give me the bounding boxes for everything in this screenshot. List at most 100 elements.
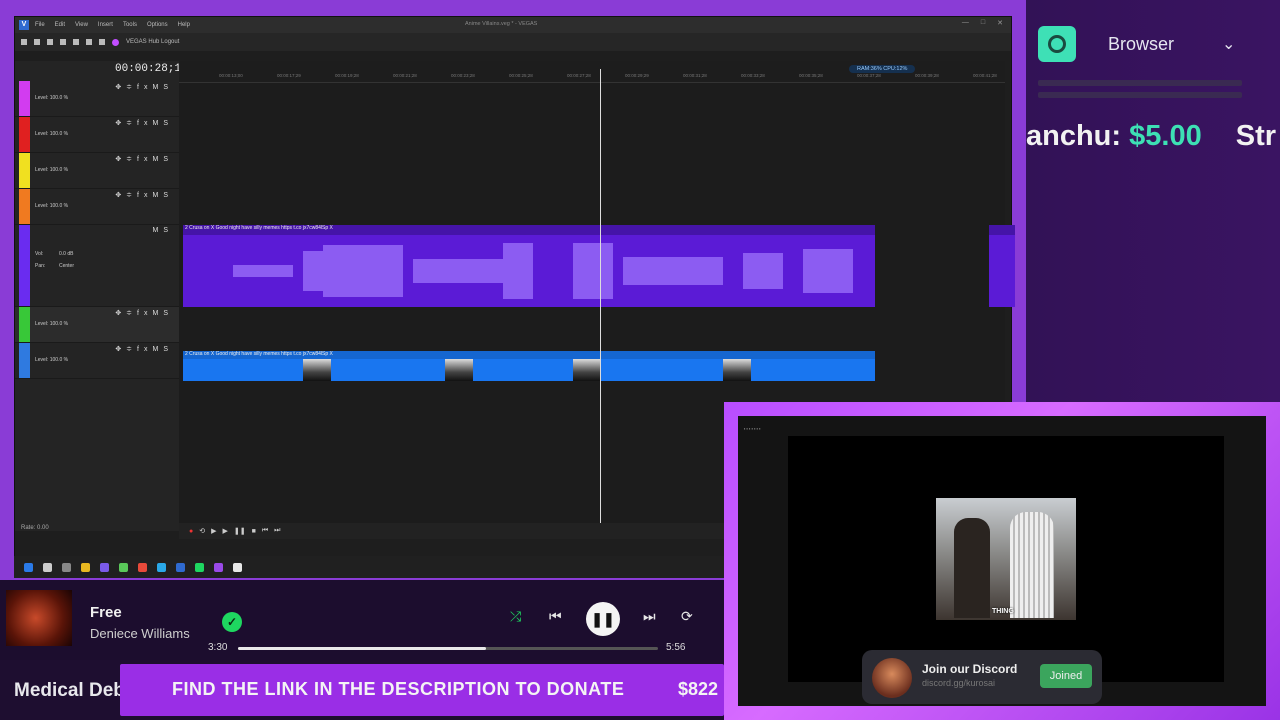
redo-icon[interactable] <box>99 39 105 45</box>
song-artist: Deniece Williams <box>90 626 190 641</box>
liked-check-icon[interactable]: ✓ <box>222 612 242 632</box>
menu-help[interactable]: Help <box>178 22 190 28</box>
audio-event[interactable]: 2 Crusa on X Good night have silly memes… <box>183 225 875 307</box>
shuffle-icon[interactable]: ⤮ <box>510 608 521 625</box>
joined-button[interactable]: Joined <box>1040 664 1092 688</box>
app-icon[interactable] <box>100 562 109 572</box>
track-controls[interactable]: ✥≑fxMS <box>115 119 173 127</box>
go-to-start-icon[interactable]: ⏮ <box>262 527 268 535</box>
pan-value: Center <box>59 263 75 269</box>
loop-icon[interactable]: ⟲ <box>199 527 205 535</box>
ruler-tick: 00:00:21;28 <box>393 73 417 78</box>
app-icon[interactable] <box>233 562 242 572</box>
search-icon[interactable] <box>43 562 52 572</box>
track-header[interactable]: Level: 100.0 % ✥≑fxMS <box>15 307 179 343</box>
waveform <box>233 243 853 299</box>
audio-event[interactable] <box>989 225 1015 307</box>
new-file-icon[interactable] <box>21 39 27 45</box>
now-playing-bar: Free Deniece Williams ✓ ⤮ ⏮ ❚❚ ⏭ ⟳ 3:30 … <box>0 580 724 660</box>
play-icon[interactable]: ▶ <box>223 527 228 535</box>
menu-options[interactable]: Options <box>147 22 168 28</box>
pause-icon[interactable]: ❚❚ <box>234 527 246 535</box>
video-thumbnail <box>723 359 751 381</box>
play-from-start-icon[interactable]: ▶ <box>211 527 216 535</box>
menu-file[interactable]: File <box>35 22 45 28</box>
edge-icon[interactable] <box>157 562 166 572</box>
track-level: Level: 100.0 % <box>35 321 69 327</box>
audio-track-header[interactable]: MS Vol: 0.0 dB Pan: Center <box>15 225 179 307</box>
progress-bar[interactable] <box>238 647 658 650</box>
donation-ticker: anchu: $5.00 Str <box>1026 120 1276 153</box>
track-controls[interactable]: ✥≑fxMS <box>115 345 173 353</box>
ticker-name: anchu: <box>1026 120 1130 152</box>
browser-source-header[interactable]: Browser ⌄ <box>1038 26 1235 62</box>
menu-view[interactable]: View <box>75 22 88 28</box>
vol-value: 0.0 dB <box>59 251 74 257</box>
track-color-strip <box>19 189 30 224</box>
track-level: Level: 100.0 % <box>35 167 69 173</box>
elapsed-time: 3:30 <box>208 642 228 653</box>
task-view-icon[interactable] <box>62 562 71 572</box>
track-level: Level: 100.0 % <box>35 95 69 101</box>
ruler-tick: 00:00:13;00 <box>219 73 243 78</box>
minimize-icon[interactable]: — <box>962 19 969 27</box>
settings-icon[interactable] <box>73 39 79 45</box>
chevron-down-icon[interactable]: ⌄ <box>1222 34 1235 54</box>
video-event[interactable]: 2 Crusa on X Good night have silly memes… <box>183 351 875 381</box>
app-icon[interactable] <box>138 562 147 572</box>
track-header[interactable]: Level: 100.0 % ✥≑fxMS <box>15 153 179 189</box>
menu-insert[interactable]: Insert <box>98 22 113 28</box>
track-level: Level: 100.0 % <box>35 131 69 137</box>
render-icon[interactable] <box>60 39 66 45</box>
stop-icon[interactable]: ■ <box>252 528 256 535</box>
track-color-strip <box>19 343 30 378</box>
track-controls[interactable]: ✥≑fxMS <box>115 309 173 317</box>
video-caption: THING <box>992 608 1014 615</box>
resource-meter: RAM:36% CPU:12% <box>849 65 916 73</box>
ticker-next: Str <box>1235 120 1277 152</box>
track-header[interactable]: Level: 100.0 % ✥≑fxMS <box>15 117 179 153</box>
record-icon[interactable]: ● <box>189 528 193 535</box>
track-color-strip <box>19 81 30 116</box>
event-label: 2 Crusa on X Good night have silly memes… <box>185 351 333 357</box>
vegas-icon[interactable] <box>176 562 185 572</box>
ruler-tick: 00:00:31;28 <box>683 73 707 78</box>
pan-label: Pan: <box>35 263 46 269</box>
ruler-tick: 00:00:17;29 <box>277 73 301 78</box>
ruler-tick: 00:00:37;28 <box>857 73 881 78</box>
next-icon[interactable]: ⏭ <box>643 608 656 625</box>
donation-amount: $822 <box>677 679 718 699</box>
save-icon[interactable] <box>47 39 53 45</box>
browser-label: Browser <box>1108 33 1175 54</box>
undo-icon[interactable] <box>86 39 92 45</box>
pause-button[interactable]: ❚❚ <box>586 602 620 636</box>
go-to-end-icon[interactable]: ⏭ <box>274 527 280 535</box>
track-color-strip <box>19 307 30 342</box>
track-color-strip <box>19 225 30 306</box>
start-icon[interactable] <box>24 562 33 572</box>
hub-logout-link[interactable]: VEGAS Hub Logout <box>126 39 179 45</box>
menu-edit[interactable]: Edit <box>55 22 65 28</box>
app-icon[interactable] <box>214 562 223 572</box>
track-controls[interactable]: ✥≑fxMS <box>115 83 173 91</box>
timeline-ruler[interactable]: 00:00:13;00 00:00:17;29 00:00:19;28 00:0… <box>179 61 1005 83</box>
maximize-icon[interactable]: □ <box>981 19 985 27</box>
ruler-tick: 00:00:41;28 <box>973 73 997 78</box>
track-controls[interactable]: MS <box>153 227 174 234</box>
spotify-icon[interactable] <box>195 562 204 572</box>
menu-tools[interactable]: Tools <box>123 22 137 28</box>
track-header[interactable]: Level: 100.0 % ✥≑fxMS <box>15 343 179 379</box>
app-icon[interactable] <box>119 562 128 572</box>
track-header[interactable]: Level: 100.0 % ✥≑fxMS <box>15 81 179 117</box>
file-explorer-icon[interactable] <box>81 562 90 572</box>
close-icon[interactable]: ✕ <box>997 19 1003 27</box>
title-bar: V File Edit View Insert Tools Options He… <box>15 17 1011 33</box>
track-controls[interactable]: ✥≑fxMS <box>115 191 173 199</box>
repeat-icon[interactable]: ⟳ <box>681 608 693 625</box>
track-header[interactable]: Level: 100.0 % ✥≑fxMS <box>15 189 179 225</box>
donation-label: Medical Debt <box>14 680 132 701</box>
playhead[interactable] <box>600 69 601 529</box>
track-controls[interactable]: ✥≑fxMS <box>115 155 173 163</box>
previous-icon[interactable]: ⏮ <box>549 608 562 625</box>
open-file-icon[interactable] <box>34 39 40 45</box>
